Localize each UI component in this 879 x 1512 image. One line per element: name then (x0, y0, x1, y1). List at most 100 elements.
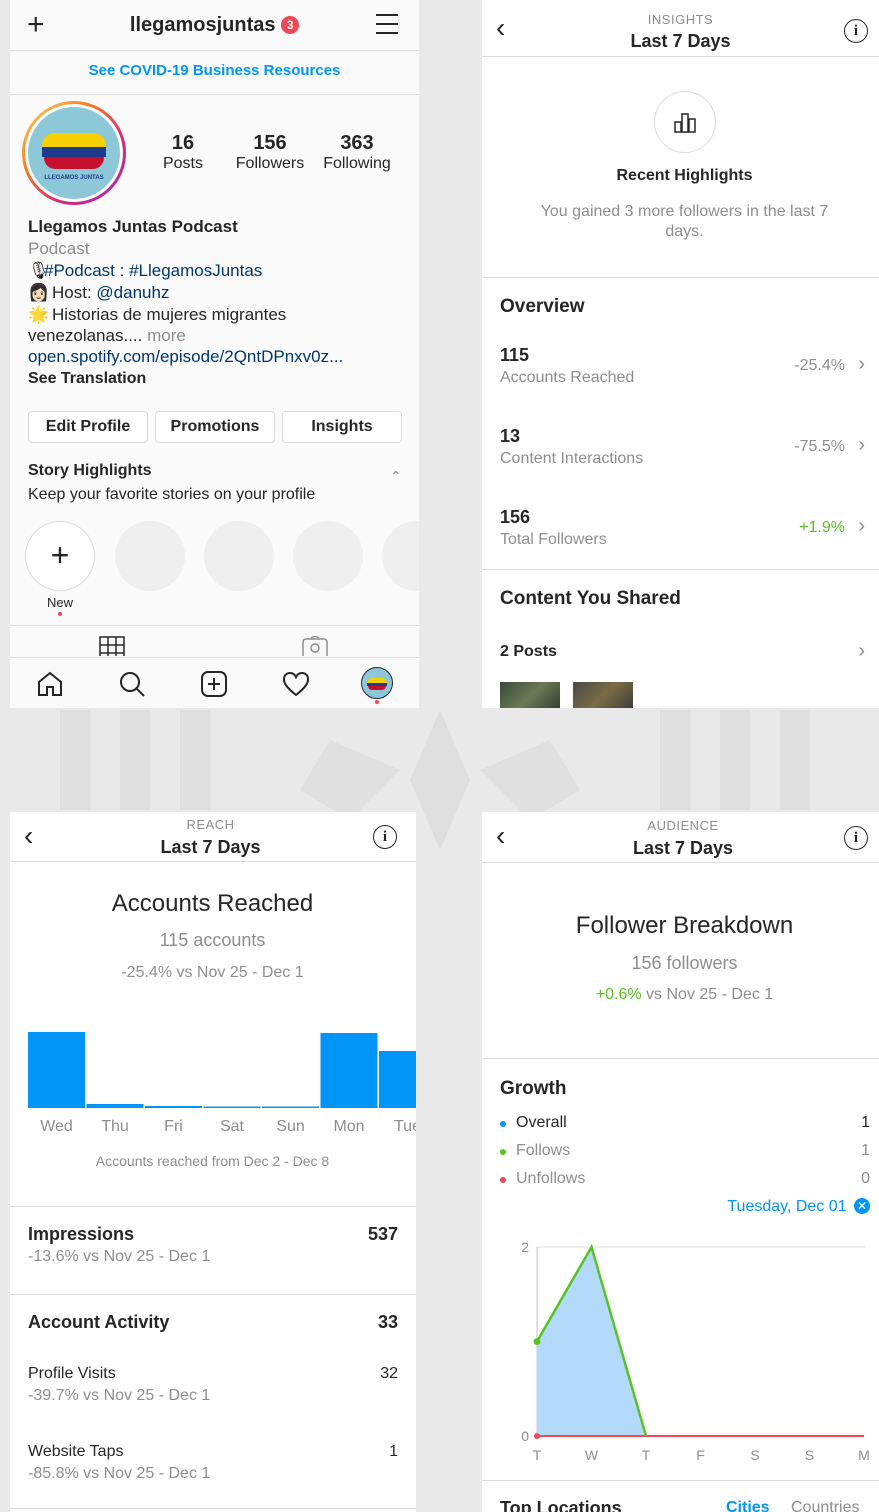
new-dot (58, 612, 62, 616)
bar-thu (86, 1104, 144, 1108)
bio-line-2: 👩🏻 Host: @danuhz (28, 283, 170, 302)
info-icon[interactable]: i (844, 19, 868, 43)
microphone-icon: 🎙 (28, 261, 50, 280)
chart-caption: Accounts reached from Dec 2 - Dec 8 (95, 1153, 330, 1169)
posts-row[interactable]: 2 Posts › (482, 640, 879, 668)
accounts-count: 115 accounts (159, 930, 266, 950)
search-icon[interactable] (118, 670, 146, 698)
highlight-placeholder (293, 521, 363, 591)
tab-cities[interactable]: Cities (726, 1499, 770, 1512)
y-tick-label: 2 (521, 1239, 529, 1255)
bar-sun (262, 1106, 319, 1108)
x-tick-label: Sat (220, 1118, 245, 1135)
promotions-button[interactable]: Promotions (155, 411, 275, 443)
reach-header-label: REACH (186, 817, 235, 832)
bar-tue (379, 1051, 416, 1108)
x-tick-label: M (858, 1447, 870, 1463)
highlight-placeholder (115, 521, 185, 591)
clear-selection-icon[interactable]: ✕ (854, 1198, 870, 1214)
impressions-compare: -13.6% vs Nov 25 - Dec 1 (28, 1248, 211, 1265)
reach-panel: ‹ REACH Last 7 Days i Accounts Reached 1… (10, 812, 416, 1512)
content-shared-title: Content You Shared (500, 588, 681, 609)
highlights-subtitle: Keep your favorite stories on your profi… (28, 486, 316, 503)
accounts-reached-title: Accounts Reached (111, 890, 314, 917)
x-tick-label: S (750, 1447, 759, 1463)
grid-icon[interactable] (99, 636, 125, 656)
profile-visits-value: 32 (380, 1365, 398, 1382)
new-post-icon[interactable] (200, 670, 228, 698)
followers-count: 156 followers (631, 953, 738, 973)
top-locations-title: Top Locations (500, 1498, 622, 1512)
more-link[interactable]: more (142, 326, 186, 345)
x-tick-label: F (696, 1447, 705, 1463)
info-icon[interactable]: i (844, 826, 868, 850)
insights-header-title: Last 7 Days (630, 31, 731, 51)
home-icon[interactable] (36, 670, 64, 698)
account-activity-label: Account Activity (28, 1312, 170, 1332)
bar-sat (203, 1106, 261, 1108)
notification-badge[interactable]: 3 (281, 16, 300, 34)
posts-stat[interactable]: 16 Posts (153, 132, 213, 173)
insights-button[interactable]: Insights (282, 411, 402, 443)
profile-tab-dot (375, 700, 379, 704)
overview-row-reached[interactable]: 115 Accounts Reached -25.4% › (482, 343, 879, 403)
x-tick-label: T (533, 1447, 542, 1463)
selected-point (533, 1338, 541, 1345)
tagged-icon[interactable] (302, 636, 328, 656)
podcast-hashtag[interactable]: #Podcast (44, 261, 115, 280)
overview-row-interactions[interactable]: 13 Content Interactions -75.5% › (482, 424, 879, 484)
bio-line-4: venezolanas.... more (28, 326, 186, 345)
chevron-right-icon: › (858, 434, 865, 456)
tab-countries[interactable]: Countries (791, 1499, 859, 1512)
highlights-title: Story Highlights (28, 462, 152, 479)
post-thumbnail[interactable] (573, 682, 633, 708)
legend-dot (500, 1149, 506, 1155)
unfollows-point (534, 1433, 540, 1439)
y-tick-label: 0 (521, 1428, 529, 1444)
selected-day[interactable]: Tuesday, Dec 01 ✕ (727, 1198, 870, 1216)
profile-visits-compare: -39.7% vs Nov 25 - Dec 1 (28, 1387, 211, 1404)
x-tick-label: Thu (101, 1118, 129, 1135)
follower-breakdown-title: Follower Breakdown (575, 912, 794, 939)
x-tick-label: T (642, 1447, 651, 1463)
see-translation[interactable]: See Translation (28, 368, 413, 390)
followers-compare: +0.6% vs Nov 25 - Dec 1 (595, 986, 774, 1003)
highlight-placeholder (204, 521, 274, 591)
profile-panel: + llegamosjuntas 3 See COVID-19 Business… (10, 0, 419, 708)
account-activity-value: 33 (377, 1312, 398, 1332)
website-taps-compare: -85.8% vs Nov 25 - Dec 1 (28, 1465, 211, 1482)
accounts-compare: -25.4% vs Nov 25 - Dec 1 (121, 964, 304, 981)
menu-icon[interactable] (376, 14, 398, 34)
change-value: +1.9% (799, 519, 845, 536)
chevron-right-icon: › (858, 640, 865, 662)
profile-tab-avatar[interactable] (361, 667, 393, 699)
change-value: -75.5% (794, 438, 845, 455)
heart-icon[interactable] (282, 670, 310, 698)
growth-area (537, 1247, 646, 1436)
followers-stat[interactable]: 156 Followers (230, 132, 310, 173)
collapse-chevron-icon[interactable]: ⌃ (390, 468, 402, 485)
llegamosjuntas-hashtag[interactable]: #LlegamosJuntas (129, 261, 262, 280)
post-thumbnail[interactable] (500, 682, 560, 708)
reach-bar-chart: Wed Thu Fri Sat Sun Mon Tue (28, 1032, 416, 1135)
edit-profile-button[interactable]: Edit Profile (28, 411, 148, 443)
legend-dot (500, 1177, 506, 1183)
x-tick-label: S (805, 1447, 814, 1463)
impressions-value: 537 (367, 1224, 398, 1244)
covid-resources-link[interactable]: See COVID-19 Business Resources (10, 62, 419, 79)
avatar[interactable]: LLEGAMOS JUNTAS (22, 101, 126, 205)
bio-url[interactable]: open.spotify.com/episode/2QntDPnxv0z... (28, 346, 413, 368)
username-header[interactable]: llegamosjuntas 3 (10, 14, 419, 37)
overview-row-followers[interactable]: 156 Total Followers +1.9% › (482, 505, 879, 565)
bar-fri (145, 1106, 202, 1108)
audience-header-label: AUDIENCE (647, 818, 719, 833)
x-tick-label: Tue (394, 1118, 416, 1135)
host-mention[interactable]: @danuhz (96, 283, 169, 302)
recent-highlights-title: Recent Highlights (616, 167, 753, 184)
reach-header-title: Last 7 Days (160, 837, 261, 857)
new-highlight-button[interactable]: + (25, 521, 95, 591)
bio: Llegamos Juntas Podcast Podcast 🎙#Podcas… (28, 216, 413, 390)
following-stat[interactable]: 363 Following (317, 132, 397, 173)
change-value: -25.4% (794, 357, 845, 374)
info-icon[interactable]: i (373, 825, 397, 849)
